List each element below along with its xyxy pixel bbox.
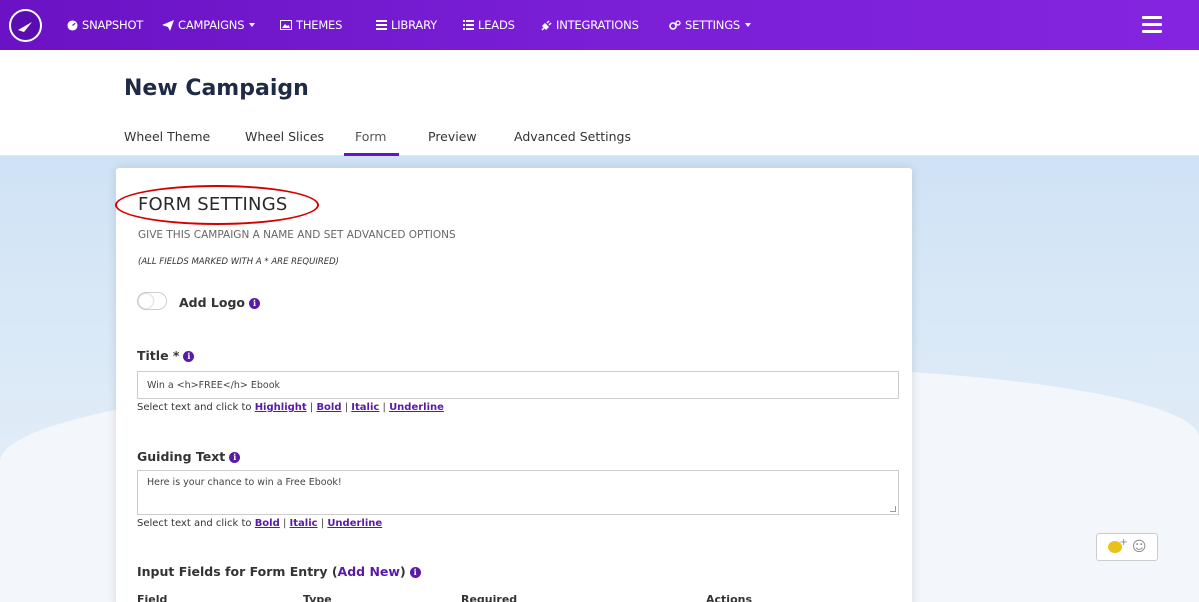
nav-settings[interactable]: SETTINGS <box>669 0 752 50</box>
plug-icon <box>541 19 552 31</box>
column-header-required: Required <box>461 593 518 602</box>
nav-leads-label: LEADS <box>478 18 515 32</box>
info-icon[interactable]: i <box>409 567 421 578</box>
underline-link[interactable]: Underline <box>389 402 444 413</box>
bold-link[interactable]: Bold <box>316 402 341 413</box>
tab-form[interactable]: Form <box>355 129 387 144</box>
guiding-text-label: Guiding Text <box>137 449 226 464</box>
nav-integrations-label: INTEGRATIONS <box>556 18 639 32</box>
title-helper-prefix: Select text and click to <box>137 402 252 413</box>
toggle-knob <box>139 294 153 308</box>
title-label: Title * <box>137 348 180 363</box>
add-logo-label-group: Add Logo i <box>179 295 261 310</box>
nav-themes[interactable]: THEMES <box>280 0 342 50</box>
cogs-icon <box>669 20 681 30</box>
chevron-down-icon <box>745 23 752 27</box>
nav-campaigns[interactable]: CAMPAIGNS <box>162 0 256 50</box>
guiding-helper-prefix: Select text and click to <box>137 518 252 529</box>
column-header-actions: Actions <box>706 593 752 602</box>
bold-link[interactable]: Bold <box>255 518 280 529</box>
input-fields-label: Input Fields for Form Entry ( <box>137 564 338 579</box>
title-formatting-helper: Select text and click to Highlight | Bol… <box>137 402 444 413</box>
guiding-text-textarea[interactable]: Here is your chance to win a Free Ebook! <box>137 470 899 515</box>
hamburger-menu-icon[interactable] <box>1142 16 1162 33</box>
nav-snapshot-label: SNAPSHOT <box>82 18 144 32</box>
list-icon <box>376 20 387 30</box>
tab-advanced-settings[interactable]: Advanced Settings <box>514 129 631 144</box>
underline-link[interactable]: Underline <box>327 518 382 529</box>
nav-snapshot[interactable]: SNAPSHOT <box>67 0 143 50</box>
guiding-text-value: Here is your chance to win a Free Ebook! <box>147 477 342 488</box>
form-settings-title: FORM SETTINGS <box>138 194 288 215</box>
feedback-widget[interactable]: + ☺ <box>1096 533 1158 561</box>
add-logo-label: Add Logo <box>179 295 246 310</box>
column-header-type: Type <box>303 593 332 602</box>
nav-themes-label: THEMES <box>296 18 343 32</box>
guiding-formatting-helper: Select text and click to Bold | Italic |… <box>137 518 383 529</box>
nav-integrations[interactable]: INTEGRATIONS <box>541 0 639 50</box>
chevron-down-icon <box>249 23 256 27</box>
tab-preview[interactable]: Preview <box>428 129 477 144</box>
add-logo-toggle[interactable] <box>137 292 167 310</box>
form-settings-card: FORM SETTINGS GIVE THIS CAMPAIGN A NAME … <box>116 168 912 602</box>
title-input[interactable] <box>137 371 899 399</box>
paper-plane-icon <box>162 19 174 31</box>
dashboard-icon <box>67 19 78 31</box>
required-fields-note: (ALL FIELDS MARKED WITH A * ARE REQUIRED… <box>138 257 339 267</box>
smiley-icon: ☺ <box>1131 539 1147 555</box>
italic-link[interactable]: Italic <box>351 402 379 413</box>
add-new-link[interactable]: Add New <box>338 564 400 579</box>
italic-link[interactable]: Italic <box>290 518 318 529</box>
app-logo[interactable] <box>9 9 42 42</box>
image-icon <box>280 20 292 30</box>
tab-wheel-theme[interactable]: Wheel Theme <box>124 129 210 144</box>
nav-campaigns-label: CAMPAIGNS <box>178 18 245 32</box>
column-header-field: Field <box>137 593 168 602</box>
nav-leads[interactable]: LEADS <box>463 0 515 50</box>
guiding-text-label-group: Guiding Text i <box>137 449 241 464</box>
info-icon[interactable]: i <box>249 298 261 309</box>
tab-wheel-slices[interactable]: Wheel Slices <box>245 129 324 144</box>
list-ul-icon <box>463 20 474 30</box>
plus-icon: + <box>1119 536 1128 548</box>
nav-settings-label: SETTINGS <box>685 18 741 32</box>
nav-library[interactable]: LIBRARY <box>376 0 437 50</box>
page-header: New Campaign Wheel Theme Wheel Slices Fo… <box>0 50 1199 156</box>
info-icon[interactable]: i <box>229 452 241 463</box>
title-label-group: Title * i <box>137 348 195 363</box>
highlight-link[interactable]: Highlight <box>255 402 307 413</box>
resize-handle-icon[interactable] <box>890 506 896 512</box>
page-title: New Campaign <box>124 76 309 101</box>
form-settings-subtitle: GIVE THIS CAMPAIGN A NAME AND SET ADVANC… <box>138 229 456 241</box>
info-icon[interactable]: i <box>183 351 195 362</box>
nav-library-label: LIBRARY <box>391 18 437 32</box>
top-navbar: SNAPSHOT CAMPAIGNS THEMES LIBRARY LEADS … <box>0 0 1199 50</box>
input-fields-heading: Input Fields for Form Entry (Add New) i <box>137 564 421 579</box>
